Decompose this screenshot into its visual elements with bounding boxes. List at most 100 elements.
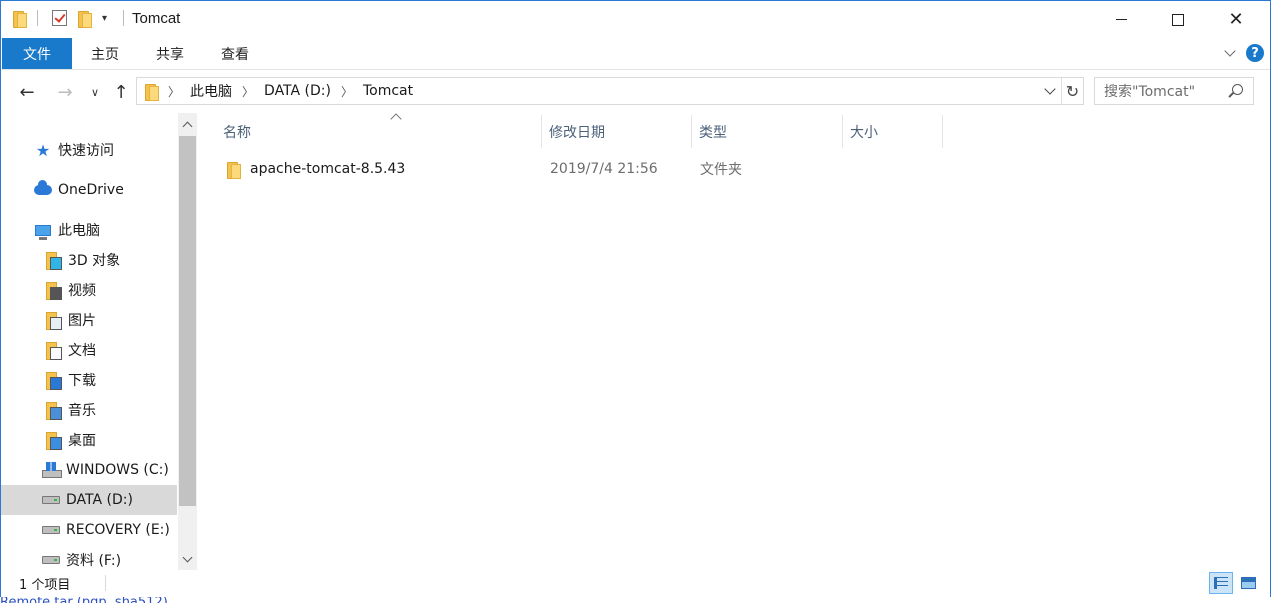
documents-icon	[44, 341, 62, 360]
large-icons-view-icon	[1240, 577, 1256, 589]
sidebar-item-data-d[interactable]: DATA (D:)	[1, 485, 177, 515]
status-bar: 1 个项目	[1, 570, 1270, 597]
tab-view[interactable]: 查看	[207, 38, 263, 69]
sidebar-item-label: DATA (D:)	[66, 492, 133, 508]
window-title: Tomcat	[132, 10, 181, 27]
chevron-down-icon: ∨	[90, 85, 100, 99]
sidebar-item-label: 图片	[68, 313, 96, 329]
scrollbar-thumb[interactable]	[179, 136, 196, 506]
folder-icon	[227, 161, 241, 179]
folder-icon	[13, 10, 27, 28]
tab-share[interactable]: 共享	[142, 38, 198, 69]
close-icon: ✕	[1228, 9, 1244, 30]
navigation-bar: ← → ∨ ↑ 〉 此电脑 〉 DATA (D:) 〉 Tomcat ↻ 搜索"…	[1, 71, 1270, 113]
tab-file[interactable]: 文件	[2, 38, 72, 69]
new-folder-icon[interactable]	[78, 10, 92, 28]
windows-drive-icon	[42, 461, 62, 479]
back-button[interactable]: ←	[15, 80, 39, 104]
column-header-name[interactable]: 名称	[216, 113, 542, 148]
close-button[interactable]: ✕	[1207, 1, 1265, 38]
breadcrumb-tomcat[interactable]: Tomcat	[363, 83, 413, 99]
sidebar-item-recovery-e[interactable]: RECOVERY (E:)	[1, 515, 177, 545]
help-icon[interactable]: ?	[1246, 44, 1264, 62]
navigation-scrollbar[interactable]	[178, 113, 197, 570]
properties-icon[interactable]	[52, 10, 67, 26]
file-row[interactable]: apache-tomcat-8.5.43 2019/7/4 21:56 文件夹	[217, 155, 917, 183]
sidebar-item-label: 下载	[68, 373, 96, 389]
forward-arrow-icon: →	[57, 81, 73, 103]
status-separator	[105, 575, 106, 591]
search-box[interactable]: 搜索"Tomcat"	[1094, 77, 1254, 105]
file-list: 名称 修改日期 类型 大小 apache-tomcat-8.5.43 2019/…	[199, 113, 1270, 570]
details-view-button[interactable]	[1209, 572, 1233, 594]
sidebar-item-3d-objects[interactable]: 3D 对象	[1, 245, 177, 275]
recent-locations-button[interactable]: ∨	[87, 80, 103, 104]
column-header-type[interactable]: 类型	[692, 115, 843, 148]
breadcrumb-separator[interactable]: 〉	[341, 83, 353, 100]
cloud-icon	[34, 180, 52, 199]
sort-ascending-icon	[390, 113, 402, 125]
column-header-label: 修改日期	[549, 124, 605, 141]
quick-access-toolbar	[13, 10, 27, 28]
sidebar-item-downloads[interactable]: 下载	[1, 365, 177, 395]
details-view-icon	[1214, 577, 1228, 589]
sidebar-item-windows-c[interactable]: WINDOWS (C:)	[1, 455, 177, 485]
sidebar-item-label: 音乐	[68, 403, 96, 419]
sidebar-item-label: OneDrive	[58, 182, 124, 198]
sidebar-item-pictures[interactable]: 图片	[1, 305, 177, 335]
sidebar-item-this-pc[interactable]: 此电脑	[1, 215, 177, 245]
forward-button[interactable]: →	[53, 80, 77, 104]
customize-toolbar-icon[interactable]: ▾	[102, 13, 107, 24]
address-dropdown-icon[interactable]	[1039, 78, 1061, 104]
search-icon[interactable]	[1232, 84, 1243, 95]
drive-icon	[42, 551, 60, 569]
address-bar[interactable]: 〉 此电脑 〉 DATA (D:) 〉 Tomcat ↻	[136, 77, 1084, 105]
expand-ribbon-icon[interactable]	[1224, 45, 1236, 57]
sidebar-item-desktop[interactable]: 桌面	[1, 425, 177, 455]
drive-icon	[42, 521, 60, 539]
up-button[interactable]: ↑	[109, 80, 133, 104]
sidebar-item-documents[interactable]: 文档	[1, 335, 177, 365]
column-header-label: 类型	[699, 124, 727, 141]
sidebar-item-label: 3D 对象	[68, 253, 121, 269]
column-header-size[interactable]: 大小	[843, 115, 943, 148]
breadcrumb-data-drive[interactable]: DATA (D:)	[264, 83, 331, 99]
folder-icon	[145, 83, 159, 101]
navigation-pane: ★ 快速访问 OneDrive 此电脑 3D 对象 视频 图片 文档 下载 音乐…	[1, 113, 198, 570]
column-header-label: 大小	[850, 124, 878, 141]
sidebar-item-onedrive[interactable]: OneDrive	[1, 175, 177, 205]
desktop-icon	[44, 431, 62, 450]
sidebar-item-label: 文档	[68, 343, 96, 359]
search-input[interactable]: 搜索"Tomcat"	[1104, 81, 1195, 101]
sidebar-item-quick-access[interactable]: ★ 快速访问	[1, 135, 177, 165]
column-header-date[interactable]: 修改日期	[542, 115, 692, 148]
breadcrumb-separator[interactable]: 〉	[168, 83, 180, 100]
breadcrumb-separator[interactable]: 〉	[242, 83, 254, 100]
star-icon: ★	[35, 140, 51, 160]
computer-icon	[34, 221, 52, 240]
refresh-icon[interactable]: ↻	[1061, 78, 1083, 104]
maximize-button[interactable]	[1149, 1, 1207, 38]
3d-objects-icon	[44, 251, 62, 270]
file-name-cell: apache-tomcat-8.5.43	[227, 155, 405, 183]
drive-icon	[42, 491, 60, 509]
sidebar-item-label: WINDOWS (C:)	[66, 462, 169, 478]
minimize-button[interactable]	[1092, 1, 1150, 38]
tab-home[interactable]: 主页	[77, 38, 133, 69]
pictures-icon	[44, 311, 62, 330]
scroll-down-icon[interactable]	[178, 549, 197, 569]
back-arrow-icon: ←	[19, 81, 35, 103]
large-icons-view-button[interactable]	[1236, 572, 1260, 594]
file-date: 2019/7/4 21:56	[550, 161, 658, 177]
file-type: 文件夹	[700, 162, 742, 178]
breadcrumb-this-pc[interactable]: 此电脑	[190, 81, 232, 101]
item-count: 1 个项目	[19, 578, 71, 593]
sidebar-item-label: 此电脑	[58, 223, 100, 239]
title-bar: ▾ Tomcat ✕	[1, 1, 1270, 38]
sidebar-item-music[interactable]: 音乐	[1, 395, 177, 425]
scroll-up-icon[interactable]	[178, 114, 197, 134]
videos-icon	[44, 281, 62, 300]
up-arrow-icon: ↑	[113, 81, 129, 103]
sidebar-item-label: 快速访问	[58, 143, 114, 159]
sidebar-item-videos[interactable]: 视频	[1, 275, 177, 305]
